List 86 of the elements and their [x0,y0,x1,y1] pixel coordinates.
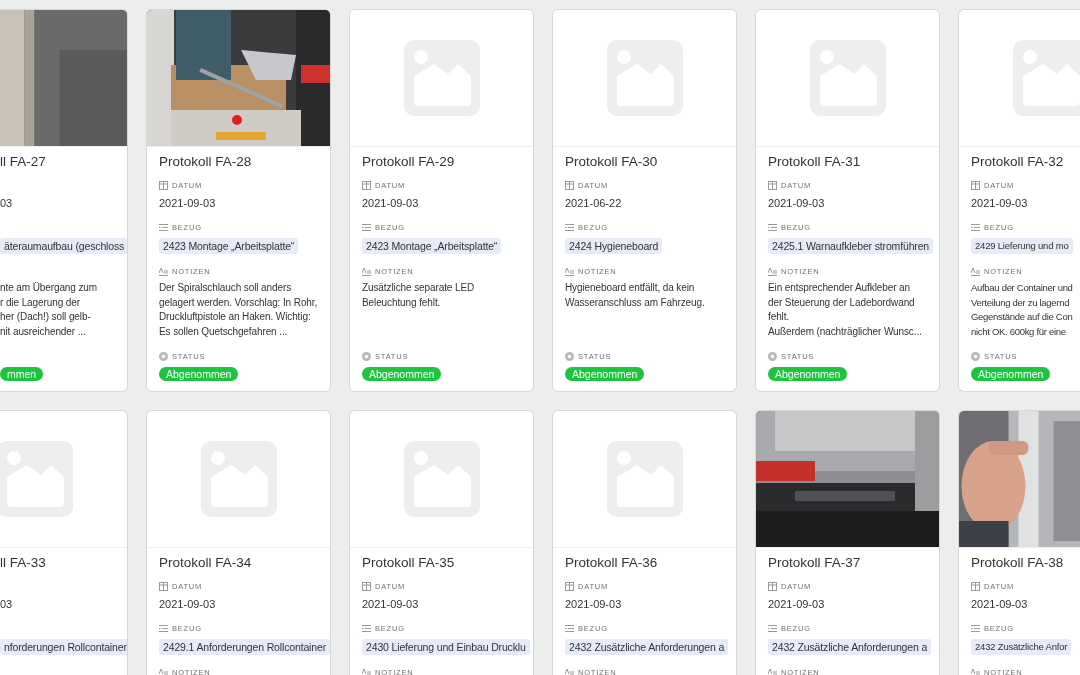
date-value: 2021-09-03 [768,196,826,210]
text-icon [971,667,980,675]
calendar-icon [362,180,371,190]
calendar-icon [768,180,777,190]
list-icon [971,623,980,633]
date-value: 2021-09-03 [768,597,826,611]
status-icon [971,351,980,361]
date-value: 2021-09-03 [159,196,217,210]
date-value: 2021-09-03 [159,597,217,611]
card-title: Protokoll FA-32 [971,154,1065,168]
card-title: Protokoll FA-35 [362,555,456,569]
notes-text: nte am Übergang zum r die Lagerung der her (Dach!) soll gelb- nit ausreichender ... [0,281,99,339]
date-value: 2021-06-22 [565,196,623,210]
linked-record-chip[interactable]: 2430 Lieferung und Einbau Drucklu [362,639,530,655]
text-icon [768,667,777,675]
status-badge: Abgenommen [159,367,239,381]
date-value: 2021-09-03 [565,597,623,611]
linked-record-chip[interactable]: 2432 Zusätzliche Anforderungen a [768,639,932,655]
list-icon [159,222,168,232]
text-icon [159,667,168,675]
card-title: Protokoll FA-36 [565,555,659,569]
calendar-icon [565,581,574,591]
card-title: Protokoll FA-28 [159,154,253,168]
list-icon [565,222,574,232]
card-title: Protokoll FA-29 [362,154,456,168]
record-card[interactable]: ll FA-33 03 nforderungen Rollcontainer [0,410,128,675]
notes-text: Der Spiralschlauch soll anders gelagert werden. Vorschlag: In Rohr, Druckluftpistole an Haken. Wichtig: Es sollen Quetschgefahren ... [159,281,318,339]
text-icon [971,266,980,276]
list-icon [565,623,574,633]
card-title: Protokoll FA-38 [971,555,1065,569]
linked-record-chip[interactable]: äteraumaufbau (geschloss [0,238,127,254]
linked-record-chip[interactable]: 2423 Montage „Arbeitsplatte“ [362,238,502,254]
list-icon [971,222,980,232]
record-card[interactable]: ll FA-27 03 äteraumaufbau (geschloss nte am Übergang zum r die Lagerung der her (Dach!) soll gelb- nit ausreichender ... mmen [0,9,128,392]
list-icon [362,222,371,232]
text-icon [565,667,574,675]
status-icon [565,351,574,361]
linked-record-chip[interactable]: 2432 Zusätzliche Anfor [971,639,1072,655]
card-title: Protokoll FA-31 [768,154,862,168]
card-title: Protokoll FA-37 [768,555,862,569]
calendar-icon [768,581,777,591]
status-badge: Abgenommen [971,367,1051,381]
card-title: Protokoll FA-34 [159,555,253,569]
linked-record-chip[interactable]: 2423 Montage „Arbeitsplatte“ [159,238,299,254]
record-card[interactable] [146,9,331,392]
card-title: ll FA-33 [0,555,47,569]
date-value: 2021-09-03 [971,196,1029,210]
calendar-icon [971,581,980,591]
notes-text: Zusätzliche separate LED Beleuchtung fehlt. [362,281,476,310]
linked-record-chip[interactable]: nforderungen Rollcontainer [0,639,127,655]
text-icon [362,667,371,675]
status-icon [159,351,168,361]
calendar-icon [159,180,168,190]
notes-text: Ein entsprechender Aufkleber an der Steuerung der Ladebordwand fehlt. Außerdem (nachträglicher Wunsc... [768,281,923,339]
date-value: 2021-09-03 [362,597,420,611]
date-value: 03 [0,597,14,611]
status-badge: mmen [0,367,44,381]
calendar-icon [362,581,371,591]
calendar-icon [159,581,168,591]
linked-record-chip[interactable]: 2429.1 Anforderungen Rollcontainer [159,639,330,655]
linked-record-chip[interactable]: 2432 Zusätzliche Anforderungen a [565,639,729,655]
date-value: 2021-09-03 [971,597,1029,611]
text-icon [565,266,574,276]
text-icon [768,266,777,276]
calendar-icon [565,180,574,190]
status-badge: Abgenommen [565,367,645,381]
linked-record-chip[interactable]: 2429 Lieferung und mo [971,238,1073,254]
status-icon [362,351,371,361]
status-icon [768,351,777,361]
date-value: 2021-09-03 [362,196,420,210]
linked-record-chip[interactable]: 2425.1 Warnaufkleber stromführen [768,238,934,254]
calendar-icon [971,180,980,190]
text-icon [159,266,168,276]
list-icon [768,222,777,232]
status-badge: Abgenommen [362,367,442,381]
card-title: Protokoll FA-30 [565,154,659,168]
notes-text: Hygieneboard entfällt, da kein Wasseranschluss am Fahrzeug. [565,281,706,310]
list-icon [362,623,371,633]
list-icon [768,623,777,633]
date-value: 03 [0,196,14,210]
text-icon [362,266,371,276]
card-title: ll FA-27 [0,154,47,168]
notes-text: Aufbau der Container und Verteilung der zu lagernd Gegenstände auf die Con nicht OK. 600kg für eine [971,281,1074,339]
status-badge: Abgenommen [768,367,848,381]
linked-record-chip[interactable]: 2424 Hygieneboard [565,238,663,254]
list-icon [159,623,168,633]
